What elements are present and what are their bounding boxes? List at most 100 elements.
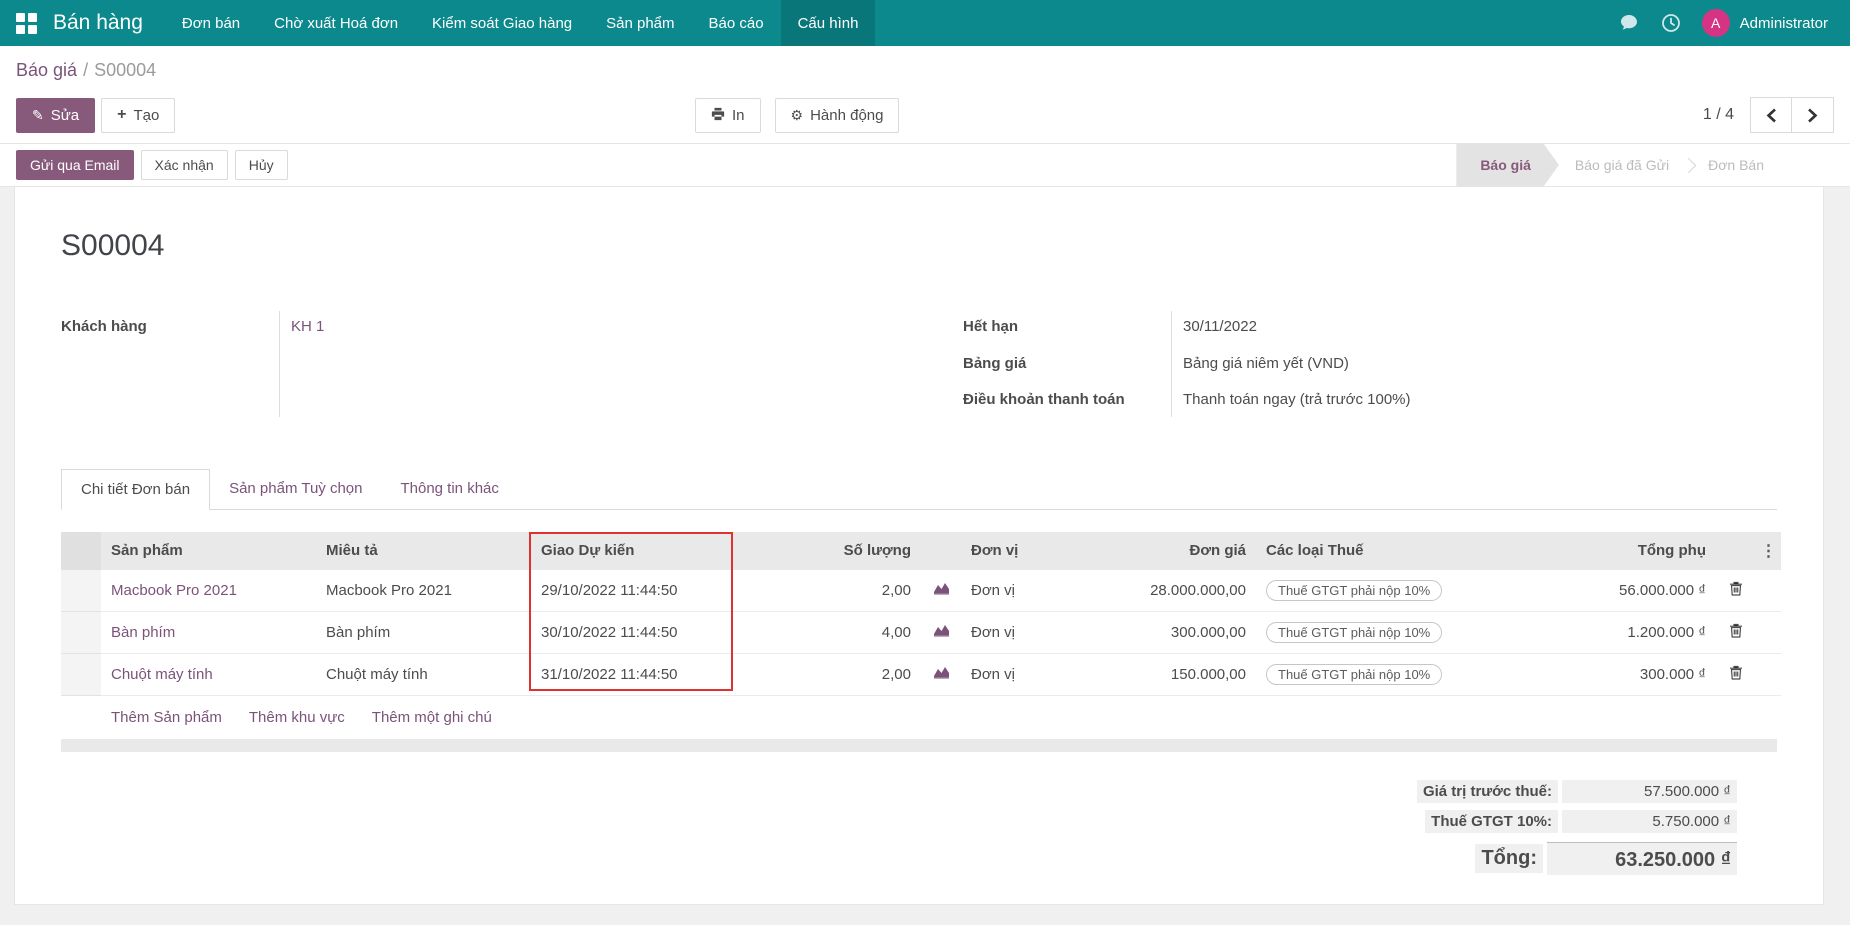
product-link[interactable]: Macbook Pro 2021 [111,582,237,599]
product-link[interactable]: Bàn phím [111,624,175,641]
order-lines-table-wrap: Sản phẩm Miêu tả Giao Dự kiến Số lượng Đ… [61,532,1777,752]
tab-optional-products[interactable]: Sản phẩm Tuỳ chọn [210,469,381,510]
subtotal-column-header[interactable]: Tổng phụ [1526,532,1716,570]
tax-amount-label: Thuế GTGT 10%: [1425,810,1558,833]
app-title[interactable]: Bán hàng [45,0,165,46]
payment-terms-value[interactable]: Thanh toán ngay (trả trước 100%) [1171,389,1411,412]
untaxed-amount-value: 57.500.000 ₫ [1562,780,1737,803]
sheet-background: S00004 Khách hàng KH 1 Hết hạn 30/11/202… [0,187,1850,925]
delivery-cell[interactable]: 31/10/2022 11:44:50 [531,653,731,695]
group-separator-line [279,311,280,417]
confirm-button[interactable]: Xác nhận [141,150,228,180]
pager-previous-button[interactable] [1750,97,1792,133]
cancel-button[interactable]: Hủy [235,150,288,180]
totals-section: Giá trị trước thuế: 57.500.000 ₫ Thuế GT… [61,780,1777,882]
row-handle[interactable] [61,611,101,653]
stage-bao-gia[interactable]: Báo giá [1456,144,1559,186]
user-name: Administrator [1740,15,1828,32]
unit-price-cell[interactable]: 150.000,00 [1086,653,1256,695]
delete-line-icon[interactable] [1729,623,1743,638]
unit-price-column-header[interactable]: Đơn giá [1086,532,1256,570]
uom-column-header[interactable]: Đơn vị [961,532,1086,570]
grand-total-label: Tổng: [1475,844,1543,873]
table-row[interactable]: Bàn phím Bàn phím 30/10/2022 11:44:50 4,… [61,611,1781,653]
pager-next-button[interactable] [1792,97,1834,133]
messages-icon[interactable] [1618,12,1640,34]
description-cell[interactable]: Bàn phím [316,611,531,653]
delivery-cell[interactable]: 30/10/2022 11:44:50 [531,611,731,653]
row-handle[interactable] [61,653,101,695]
create-button[interactable]: + Tạo [101,98,175,133]
description-column-header[interactable]: Miêu tả [316,532,531,570]
chevron-right-icon [1807,108,1818,123]
column-options-icon[interactable]: ⋮ [1761,543,1777,560]
forecast-chart-icon[interactable] [933,623,950,637]
table-row[interactable]: Macbook Pro 2021 Macbook Pro 2021 29/10/… [61,570,1781,612]
quantity-cell[interactable]: 2,00 [731,653,921,695]
product-column-header[interactable]: Sản phẩm [101,532,316,570]
menu-kiem-soat-giao-hang[interactable]: Kiểm soát Giao hàng [415,0,589,46]
order-info-group: Hết hạn 30/11/2022 Bảng giá Bảng giá niê… [963,309,1752,419]
tab-order-lines[interactable]: Chi tiết Đơn bán [61,469,210,510]
delivery-cell[interactable]: 29/10/2022 11:44:50 [531,570,731,612]
unit-price-cell[interactable]: 300.000,00 [1086,611,1256,653]
menu-bao-cao[interactable]: Báo cáo [692,0,781,46]
tab-other-info[interactable]: Thông tin khác [381,469,517,510]
stage-don-ban[interactable]: Đơn Bán [1692,144,1780,186]
forecast-chart-icon[interactable] [933,581,950,595]
add-product-link[interactable]: Thêm Sản phẩm [111,709,222,726]
grand-total-value: 63.250.000 ₫ [1547,842,1737,875]
gear-icon: ⚙ [791,108,804,122]
uom-cell[interactable]: Đơn vị [961,653,1086,695]
add-note-link[interactable]: Thêm một ghi chú [372,709,492,726]
tax-badge[interactable]: Thuế GTGT phải nộp 10% [1266,580,1442,601]
description-cell[interactable]: Chuột máy tính [316,653,531,695]
menu-cau-hinh[interactable]: Cấu hình [781,0,876,46]
quantity-column-header[interactable]: Số lượng [731,532,921,570]
edit-button[interactable]: ✎ Sửa [16,98,95,133]
quantity-cell[interactable]: 2,00 [731,570,921,612]
send-email-button[interactable]: Gửi qua Email [16,150,134,180]
uom-cell[interactable]: Đơn vị [961,611,1086,653]
breadcrumb-parent-link[interactable]: Báo giá [16,60,77,80]
forecast-chart-icon[interactable] [933,665,950,679]
row-handle[interactable] [61,570,101,612]
pencil-icon: ✎ [32,108,44,122]
add-section-link[interactable]: Thêm khu vực [249,709,345,726]
printer-icon [711,107,725,123]
table-bottom-scrollbar[interactable] [61,739,1777,752]
delete-line-icon[interactable] [1729,581,1743,596]
activity-clock-icon[interactable] [1660,12,1682,34]
pricelist-value[interactable]: Bảng giá niêm yết (VND) [1171,353,1349,376]
grand-total-line: Tổng: 63.250.000 ₫ [1475,842,1737,875]
unit-price-cell[interactable]: 28.000.000,00 [1086,570,1256,612]
chart-column-header [921,532,961,570]
delivery-column-header[interactable]: Giao Dự kiến [531,532,731,570]
tax-badge[interactable]: Thuế GTGT phải nộp 10% [1266,622,1442,643]
menu-san-pham[interactable]: Sản phẩm [589,0,691,46]
menu-cho-xuat-hoa-don[interactable]: Chờ xuất Hoá đơn [257,0,415,46]
product-link[interactable]: Chuột máy tính [111,666,213,683]
breadcrumb-separator: / [77,60,94,80]
tax-badge[interactable]: Thuế GTGT phải nộp 10% [1266,664,1442,685]
taxes-column-header[interactable]: Các loại Thuế [1256,532,1526,570]
customer-value-link[interactable]: KH 1 [279,316,324,339]
trash-column-header [1716,532,1756,570]
table-row[interactable]: Chuột máy tính Chuột máy tính 31/10/2022… [61,653,1781,695]
action-button[interactable]: ⚙ Hành động [775,98,900,133]
print-button[interactable]: In [695,98,761,133]
description-cell[interactable]: Macbook Pro 2021 [316,570,531,612]
user-menu[interactable]: A Administrator [1702,9,1828,37]
menu-don-ban[interactable]: Đơn bán [165,0,257,46]
subtotal-cell: 300.000 ₫ [1526,653,1716,695]
stage-bao-gia-da-gui[interactable]: Báo giá đã Gửi [1559,144,1685,186]
form-sheet: S00004 Khách hàng KH 1 Hết hạn 30/11/202… [14,187,1824,905]
uom-cell[interactable]: Đơn vị [961,570,1086,612]
apps-menu-button[interactable] [0,0,45,46]
delete-line-icon[interactable] [1729,665,1743,680]
breadcrumb-current: S00004 [94,60,156,80]
expiration-value[interactable]: 30/11/2022 [1171,316,1257,339]
order-reference-title: S00004 [61,229,1777,263]
quantity-cell[interactable]: 4,00 [731,611,921,653]
tax-amount-line: Thuế GTGT 10%: 5.750.000 ₫ [1425,810,1737,833]
